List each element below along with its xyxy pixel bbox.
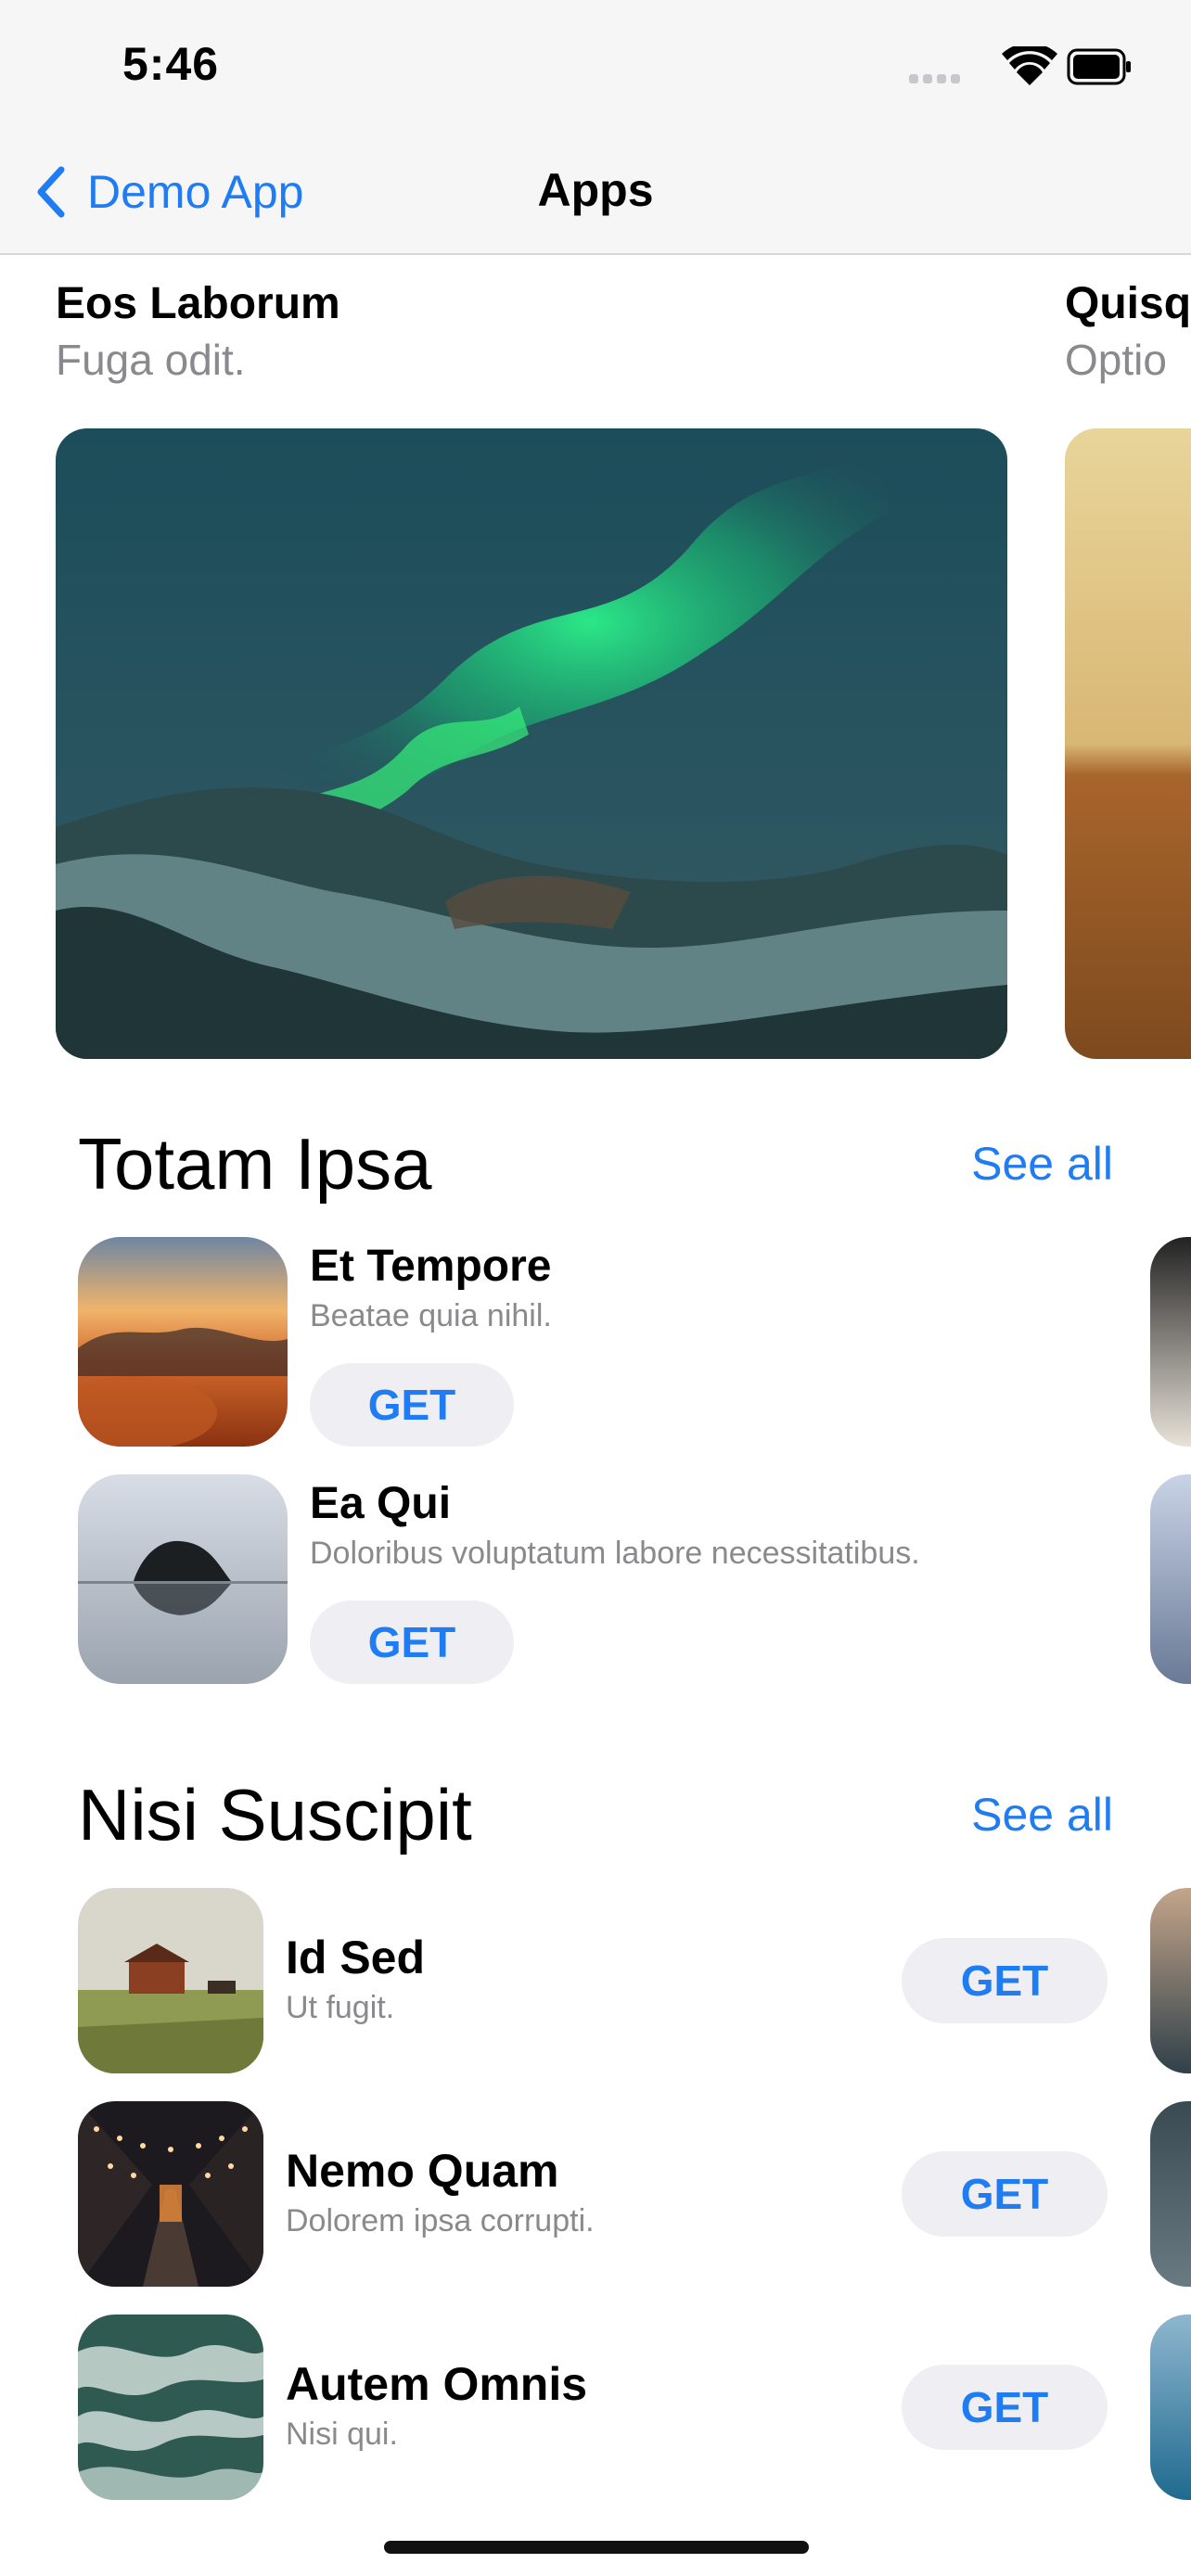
next-column-icon [1150,1237,1191,1447]
app-name: Et Tempore [310,1242,552,1291]
home-indicator[interactable] [384,2541,809,2554]
app-description: Ut fugit. [286,1990,395,2025]
get-button[interactable]: GET [902,1938,1108,2023]
status-icons [909,46,1131,85]
app-name: Ea Qui [310,1479,452,1528]
featured-card[interactable]: Eos Laborum Fuga odit. [56,278,1007,1059]
status-time: 5:46 [122,38,220,90]
featured-subtitle: Fuga odit. [56,336,246,384]
featured-title: Quisq [1065,279,1191,328]
battery-icon [1067,48,1131,85]
see-all-link[interactable]: See all [971,1137,1113,1191]
sunset-clouds-icon [78,1237,288,1447]
app-row[interactable]: Ea Qui Doloribus voluptatum labore neces… [78,1474,1098,1684]
app-name: Autem Omnis [286,2358,588,2410]
next-column-icon [1150,1888,1191,2073]
see-all-link[interactable]: See all [971,1788,1113,1842]
app-row[interactable]: Et Tempore Beatae quia nihil. GET [78,1237,1098,1447]
cellular-signal-icon [909,74,960,83]
get-button[interactable]: GET [902,2365,1108,2450]
featured-image-desert [1065,428,1191,1059]
app-name: Nemo Quam [286,2145,559,2197]
get-button[interactable]: GET [902,2151,1108,2237]
app-description: Dolorem ipsa corrupti. [286,2203,595,2238]
next-column-icon [1150,2315,1191,2500]
next-column-icon [1150,2101,1191,2287]
ocean-waves-icon [78,2315,263,2500]
app-row[interactable]: Nemo Quam Dolorem ipsa corrupti. GET [78,2101,1108,2289]
sea-rock-icon [78,1474,288,1684]
get-button[interactable]: GET [310,1363,514,1447]
featured-card-next[interactable]: Quisq Optio [1065,278,1191,1059]
featured-image-aurora [56,428,1007,1059]
section-title: Totam Ipsa [78,1123,432,1205]
section-title: Nisi Suscipit [78,1774,472,1855]
page-title: Apps [537,164,654,216]
app-description: Nisi qui. [286,2417,398,2452]
app-row[interactable]: Id Sed Ut fugit. GET [78,1888,1108,2075]
next-column-icon [1150,1474,1191,1684]
app-row[interactable]: Autem Omnis Nisi qui. GET [78,2315,1108,2502]
wifi-icon [1002,46,1057,85]
app-name: Id Sed [286,1932,426,1983]
get-button[interactable]: GET [310,1600,514,1684]
featured-title: Eos Laborum [56,279,340,328]
farm-field-icon [78,1888,263,2073]
featured-subtitle: Optio [1065,336,1167,384]
app-description: Beatae quia nihil. [310,1298,552,1333]
navigation-bar: 5:46 Demo App Apps [0,0,1191,255]
night-street-icon [78,2101,263,2287]
app-description: Doloribus voluptatum labore necessitatib… [310,1536,920,1571]
